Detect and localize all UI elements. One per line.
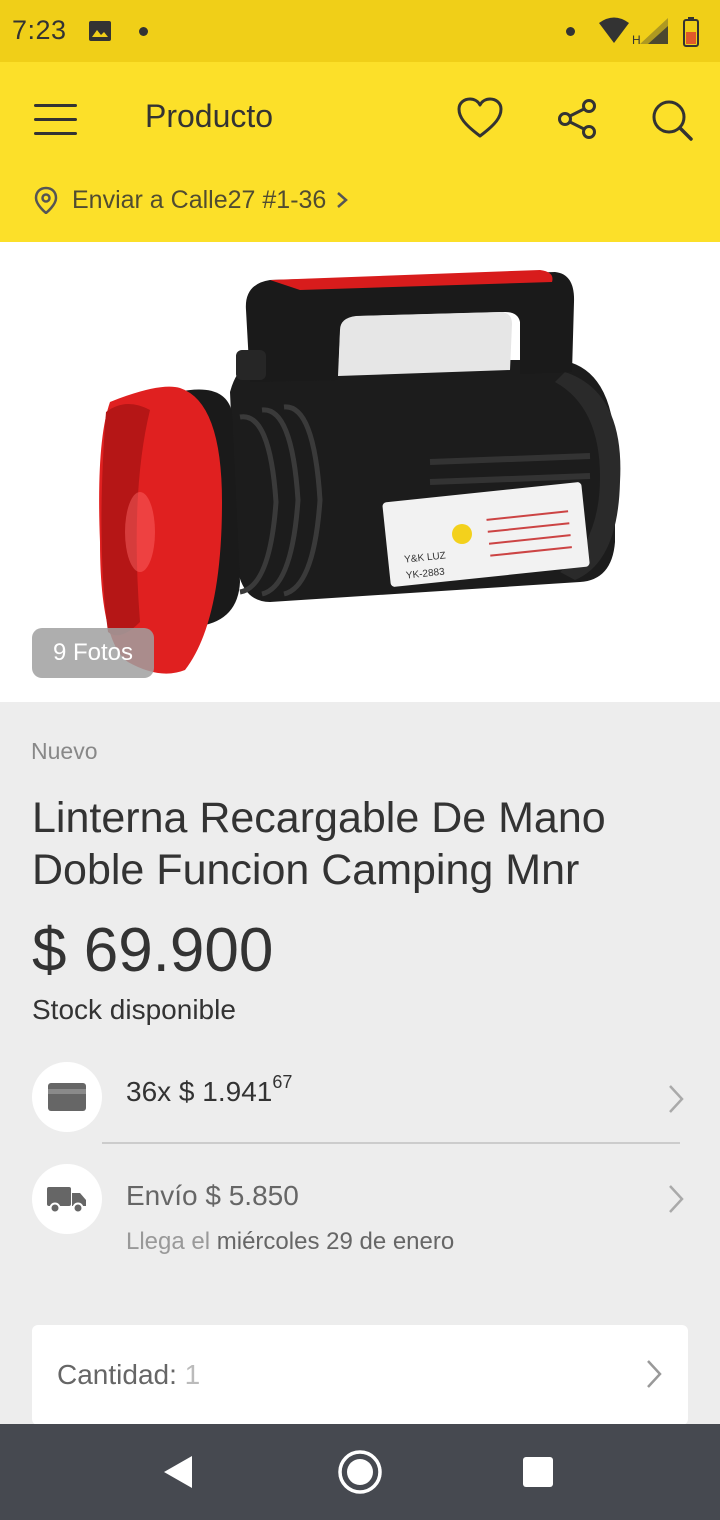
photos-count-badge[interactable]: 9 Fotos xyxy=(32,628,154,678)
back-icon[interactable] xyxy=(162,1454,194,1490)
page-title: Producto xyxy=(145,98,274,134)
signal-icon: H xyxy=(632,18,668,46)
search-icon[interactable] xyxy=(650,98,694,142)
chevron-right-icon xyxy=(647,1360,662,1388)
svg-text:H: H xyxy=(632,33,641,46)
quantity-selector[interactable]: Cantidad: 1 xyxy=(32,1325,688,1425)
share-icon[interactable] xyxy=(556,98,598,140)
arrival-prefix: Llega el xyxy=(126,1228,211,1255)
installments-amount: 36x $ 1.941 xyxy=(126,1076,273,1107)
shipping-address[interactable]: Enviar a Calle27 #1-36 xyxy=(34,182,349,218)
shipping-arrival: Llega el miércoles 29 de enero xyxy=(126,1228,454,1256)
battery-icon xyxy=(683,17,699,47)
installments-row[interactable]: 36x $ 1.94167 xyxy=(0,1062,720,1138)
status-bar: 7:23 H xyxy=(0,0,720,62)
product-condition: Nuevo xyxy=(31,738,98,764)
quantity-value: 1 xyxy=(184,1359,201,1390)
system-navigation-bar xyxy=(0,1424,720,1520)
chevron-right-icon xyxy=(337,192,349,208)
notification-dot-icon xyxy=(139,27,148,36)
address-text: Enviar a Calle27 #1-36 xyxy=(72,185,327,214)
home-icon[interactable] xyxy=(336,1448,384,1496)
wifi-icon xyxy=(599,17,629,43)
quantity-label: Cantidad: xyxy=(57,1359,177,1390)
chevron-right-icon xyxy=(669,1085,684,1113)
product-price: $ 69.900 xyxy=(32,916,274,985)
heart-icon[interactable] xyxy=(456,96,504,140)
credit-card-icon xyxy=(48,1083,86,1111)
status-time: 7:23 xyxy=(12,15,67,45)
shipping-row[interactable]: Envío $ 5.850 Llega el miércoles 29 de e… xyxy=(0,1164,720,1264)
chevron-right-icon xyxy=(669,1185,684,1213)
truck-icon xyxy=(47,1187,86,1214)
app-bar: Producto Enviar a Calle27 #1-36 xyxy=(0,62,720,242)
location-pin-icon xyxy=(34,186,58,214)
image-notification-icon xyxy=(89,21,111,41)
menu-icon[interactable] xyxy=(34,104,78,136)
installments-cents: 67 xyxy=(272,1072,293,1092)
quantity-label-row: Cantidad: 1 xyxy=(57,1359,200,1391)
recents-icon[interactable] xyxy=(522,1456,554,1488)
product-image-gallery[interactable]: Y&K LUZ YK-2883 9 Fotos xyxy=(0,242,720,702)
notification-dot-icon xyxy=(566,27,575,36)
stock-status: Stock disponible xyxy=(32,994,236,1025)
arrival-date: miércoles 29 de enero xyxy=(216,1228,455,1255)
shipping-cost: Envío $ 5.850 xyxy=(126,1180,299,1211)
shipping-icon-circle xyxy=(32,1164,102,1234)
installments-text: 36x $ 1.94167 xyxy=(126,1072,292,1108)
product-title: Linterna Recargable De Mano Doble Funcio… xyxy=(32,794,606,894)
installments-icon-circle xyxy=(32,1062,102,1132)
divider xyxy=(102,1142,680,1144)
